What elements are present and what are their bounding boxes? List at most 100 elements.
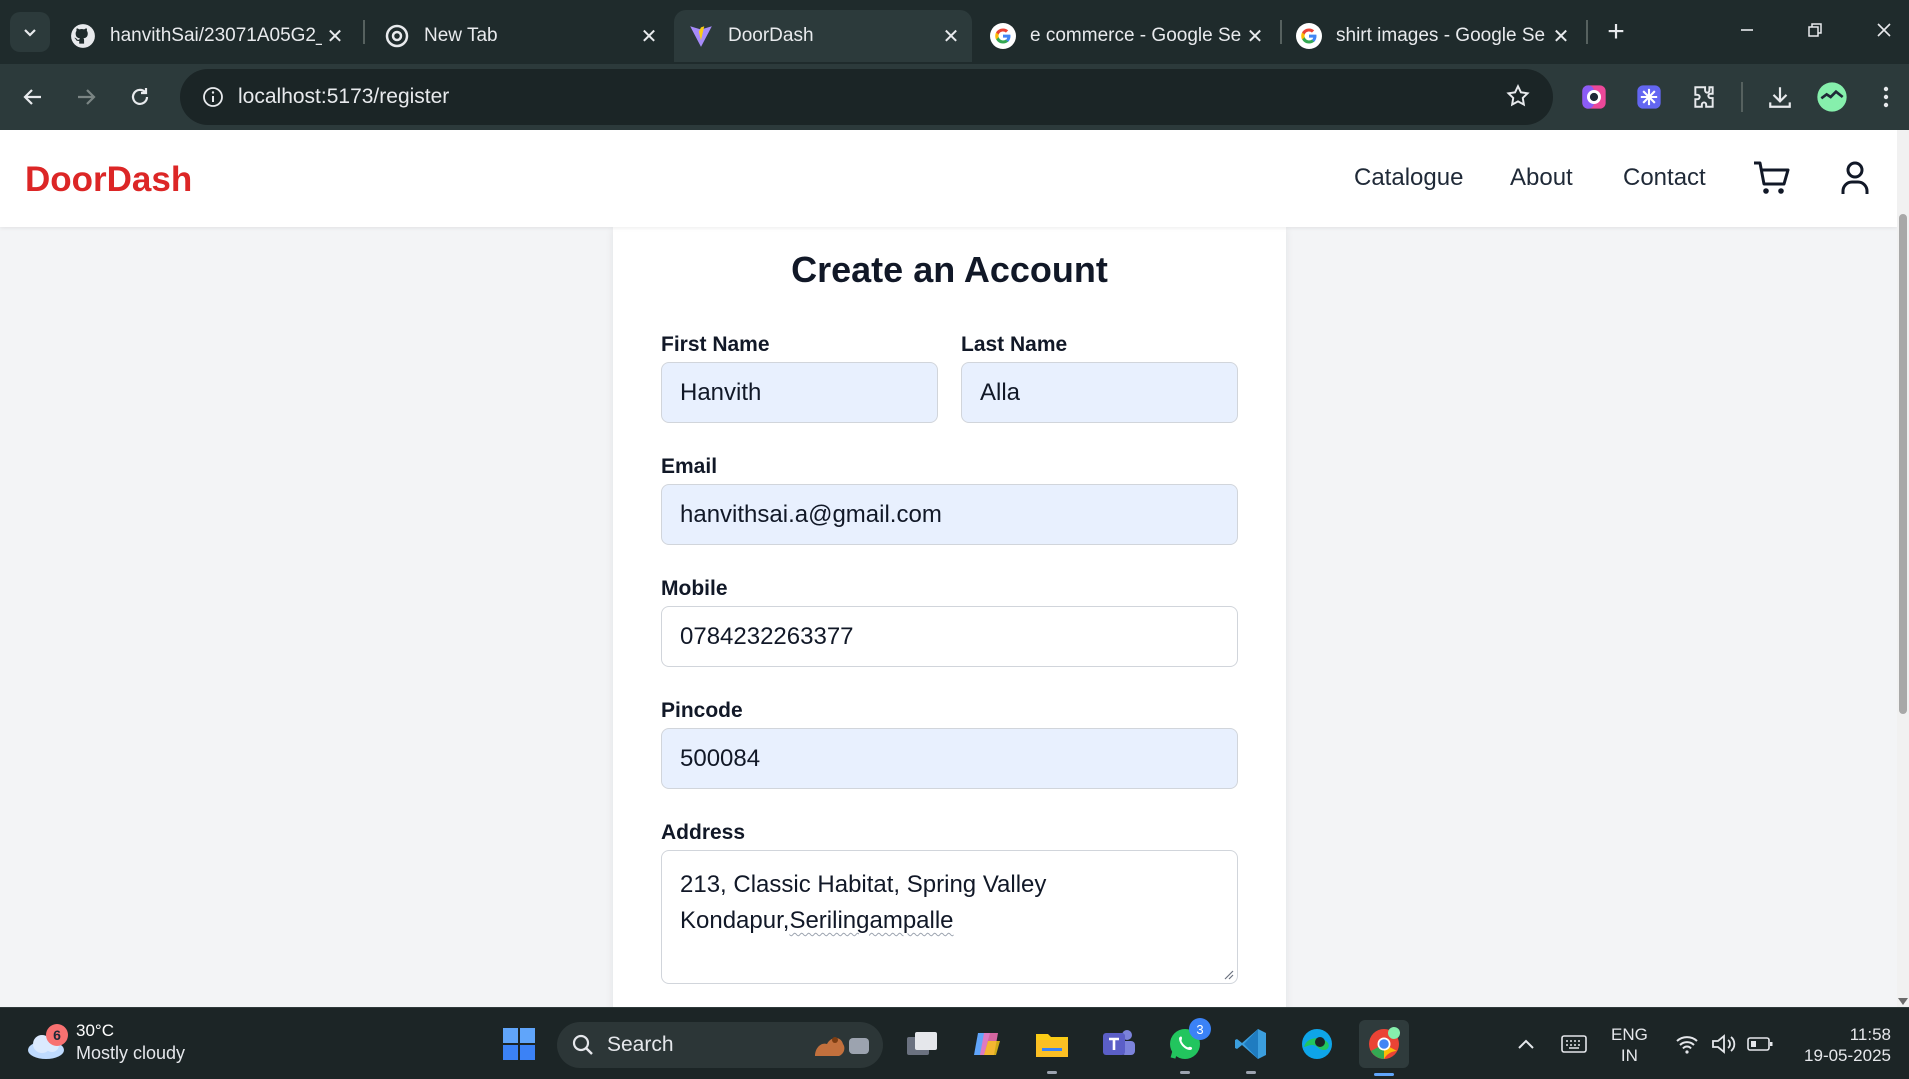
google-icon: [1296, 23, 1322, 49]
mobile-label: Mobile: [661, 577, 728, 600]
search-highlight-squirrel-icon: [815, 1037, 869, 1056]
color-picker-extension-icon[interactable]: [1578, 81, 1610, 113]
chevron-down-icon: [24, 29, 36, 37]
nav-catalogue-link[interactable]: Catalogue: [1354, 164, 1463, 192]
tab-label: hanvithSai/23071A05G2_: [110, 25, 322, 46]
page-scrollbar[interactable]: [1897, 130, 1909, 1007]
notification-badge: 3: [1189, 1018, 1211, 1040]
nav-contact-link[interactable]: Contact: [1623, 164, 1706, 192]
reload-icon[interactable]: [120, 77, 160, 117]
last-name-input[interactable]: Alla: [961, 362, 1238, 423]
page-title: Create an Account: [791, 249, 1108, 290]
search-icon: [572, 1034, 593, 1055]
system-clock[interactable]: 11:58 19-05-2025: [1795, 1024, 1891, 1066]
tab-label: New Tab: [424, 25, 498, 46]
download-icon[interactable]: [1764, 81, 1796, 113]
wifi-icon[interactable]: [1673, 1030, 1701, 1058]
scroll-down-arrow-icon[interactable]: [1898, 998, 1908, 1005]
active-window-indicator: [1374, 1073, 1394, 1076]
pincode-value: 500084: [680, 744, 761, 772]
mobile-input[interactable]: 0784232263377: [661, 606, 1238, 667]
url-text: localhost:5173/register: [238, 85, 450, 108]
web-page: DoorDash Catalogue About Contact Create …: [0, 130, 1897, 1007]
tab-label: e commerce - Google Se: [1030, 25, 1242, 46]
spellcheck-word: Serilingampalle: [789, 907, 954, 934]
tab-doordash[interactable]: DoorDash ✕: [674, 10, 972, 62]
minimize-icon[interactable]: [1727, 10, 1767, 50]
copilot-icon[interactable]: [965, 1022, 1009, 1066]
last-name-label: Last Name: [961, 333, 1068, 356]
address-line-2: Kondapur,Serilingampalle: [680, 907, 954, 934]
close-tab-icon[interactable]: ✕: [322, 23, 348, 49]
close-tab-icon[interactable]: ✕: [1242, 23, 1268, 49]
running-indicator: [1047, 1071, 1057, 1074]
tab-github[interactable]: hanvithSai/23071A05G2_ ✕: [56, 10, 356, 62]
cart-icon[interactable]: [1751, 158, 1791, 198]
chrome-taskbar-icon[interactable]: [1359, 1020, 1409, 1076]
email-input[interactable]: hanvithsai.a@gmail.com: [661, 484, 1238, 545]
first-name-label: First Name: [661, 333, 770, 356]
bookmark-star-icon[interactable]: [1505, 83, 1531, 114]
cloud-icon: 6: [22, 1018, 70, 1066]
nav-about-link[interactable]: About: [1510, 164, 1573, 192]
start-windows-icon[interactable]: [497, 1022, 541, 1066]
google-icon: [990, 23, 1016, 49]
scrollbar-thumb[interactable]: [1899, 214, 1907, 714]
volume-icon[interactable]: [1710, 1030, 1738, 1058]
vscode-icon[interactable]: [1229, 1022, 1273, 1074]
address-bar[interactable]: localhost:5173/register: [180, 69, 1553, 125]
back-arrow-icon[interactable]: [13, 77, 53, 117]
first-name-input[interactable]: Hanvith: [661, 362, 938, 423]
close-window-icon[interactable]: [1864, 10, 1904, 50]
clock-date: 19-05-2025: [1804, 1046, 1891, 1065]
language-indicator[interactable]: ENG IN: [1611, 1024, 1648, 1066]
site-info-icon[interactable]: [188, 69, 238, 125]
whatsapp-icon[interactable]: 3: [1163, 1018, 1211, 1074]
tab-label: shirt images - Google Se: [1336, 25, 1546, 46]
user-account-icon[interactable]: [1835, 158, 1875, 198]
pincode-label: Pincode: [661, 699, 743, 722]
tab-search-button[interactable]: [10, 12, 50, 52]
browser-tab-strip: hanvithSai/23071A05G2_ ✕ New Tab ✕ DoorD…: [0, 0, 1909, 64]
search-label: Search: [607, 1033, 674, 1056]
resize-handle-icon[interactable]: [1222, 968, 1234, 980]
temperature: 30°C: [76, 1020, 114, 1040]
weather-alert-badge: 6: [46, 1024, 68, 1046]
close-tab-icon[interactable]: ✕: [636, 23, 662, 49]
tab-shirt-images-search[interactable]: shirt images - Google Se ✕: [1282, 10, 1582, 62]
address-textarea[interactable]: 213, Classic Habitat, Spring Valley Kond…: [661, 850, 1238, 984]
show-hidden-icons-chevron-icon[interactable]: [1512, 1030, 1540, 1058]
pincode-input[interactable]: 500084: [661, 728, 1238, 789]
edge-icon[interactable]: [1295, 1022, 1339, 1066]
taskbar-search-box[interactable]: Search: [557, 1022, 883, 1068]
vite-icon: [688, 23, 714, 49]
keyboard-icon[interactable]: [1560, 1030, 1588, 1058]
extensions-puzzle-icon[interactable]: [1688, 81, 1720, 113]
last-name-value: Alla: [980, 378, 1021, 406]
close-tab-icon[interactable]: ✕: [1548, 23, 1574, 49]
tab-new-tab[interactable]: New Tab ✕: [370, 10, 670, 62]
new-tab-plus-icon[interactable]: +: [1598, 14, 1634, 50]
running-indicator: [1180, 1071, 1190, 1074]
close-tab-icon[interactable]: ✕: [938, 23, 964, 49]
ai-extension-icon[interactable]: [1633, 81, 1665, 113]
toolbar-divider: [1741, 82, 1743, 112]
file-explorer-icon[interactable]: [1030, 1022, 1074, 1074]
site-logo[interactable]: DoorDash: [25, 160, 192, 200]
battery-icon[interactable]: [1746, 1030, 1774, 1058]
teams-icon[interactable]: [1097, 1022, 1141, 1066]
address-line-1: 213, Classic Habitat, Spring Valley: [680, 871, 1047, 898]
restore-icon[interactable]: [1795, 10, 1835, 50]
weather-widget[interactable]: 6 30°C Mostly cloudy: [22, 1018, 185, 1066]
register-form-card: Create an Account First Name Hanvith Las…: [613, 227, 1286, 1007]
task-view-icon[interactable]: [900, 1022, 944, 1066]
tab-label: DoorDash: [728, 25, 814, 46]
tab-ecommerce-search[interactable]: e commerce - Google Se ✕: [976, 10, 1276, 62]
mobile-value: 0784232263377: [680, 622, 854, 650]
chrome-menu-icon[interactable]: [1870, 81, 1902, 113]
chrome-icon: [384, 23, 410, 49]
weather-condition: Mostly cloudy: [76, 1042, 186, 1063]
forward-arrow-icon[interactable]: [66, 77, 106, 117]
language-code: ENG: [1611, 1025, 1648, 1044]
profile-avatar-icon[interactable]: [1816, 81, 1848, 113]
